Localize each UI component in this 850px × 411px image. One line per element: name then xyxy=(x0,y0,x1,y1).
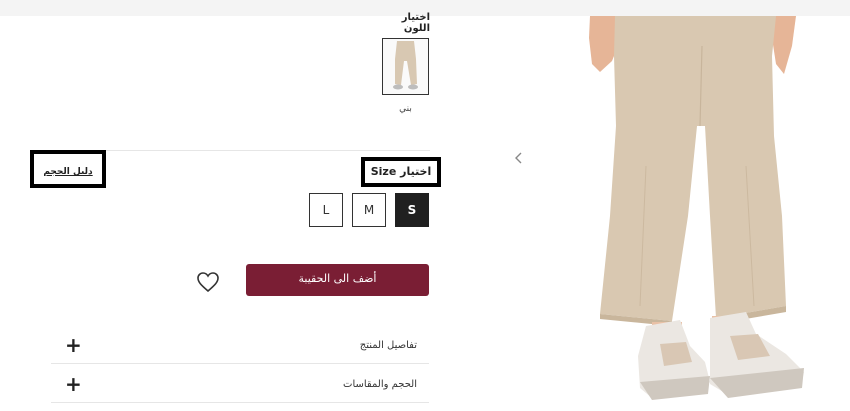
plus-icon: + xyxy=(65,372,82,396)
swatch-thumbnail xyxy=(383,39,428,94)
product-image xyxy=(560,16,850,411)
color-swatch-beige[interactable] xyxy=(382,38,429,95)
color-section-title: اختيار اللون xyxy=(401,12,430,34)
heart-outline-icon[interactable] xyxy=(196,271,220,293)
size-guide-highlight: دليل الحجم xyxy=(30,150,106,188)
size-guide-link[interactable]: دليل الحجم xyxy=(34,154,102,184)
size-option-m[interactable]: M xyxy=(352,193,386,227)
selected-color-name: بني xyxy=(399,104,412,114)
size-option-l[interactable]: L xyxy=(309,193,343,227)
size-title-highlight: اختيار Size xyxy=(361,157,441,187)
add-to-bag-button[interactable]: أضف الى الحقيبة xyxy=(246,264,429,296)
size-section-title: اختيار Size xyxy=(370,165,432,178)
size-option-s[interactable]: S xyxy=(395,193,429,227)
accordion-label: تفاصيل المنتج xyxy=(359,340,417,351)
product-photo xyxy=(560,16,850,411)
chevron-left-icon[interactable] xyxy=(511,150,527,166)
accordion-label: الحجم والمقاسات xyxy=(343,379,417,390)
accordion-product-details[interactable]: + تفاصيل المنتج xyxy=(51,328,429,364)
plus-icon: + xyxy=(65,333,82,357)
accordion-size-fit[interactable]: + الحجم والمقاسات xyxy=(51,367,429,403)
